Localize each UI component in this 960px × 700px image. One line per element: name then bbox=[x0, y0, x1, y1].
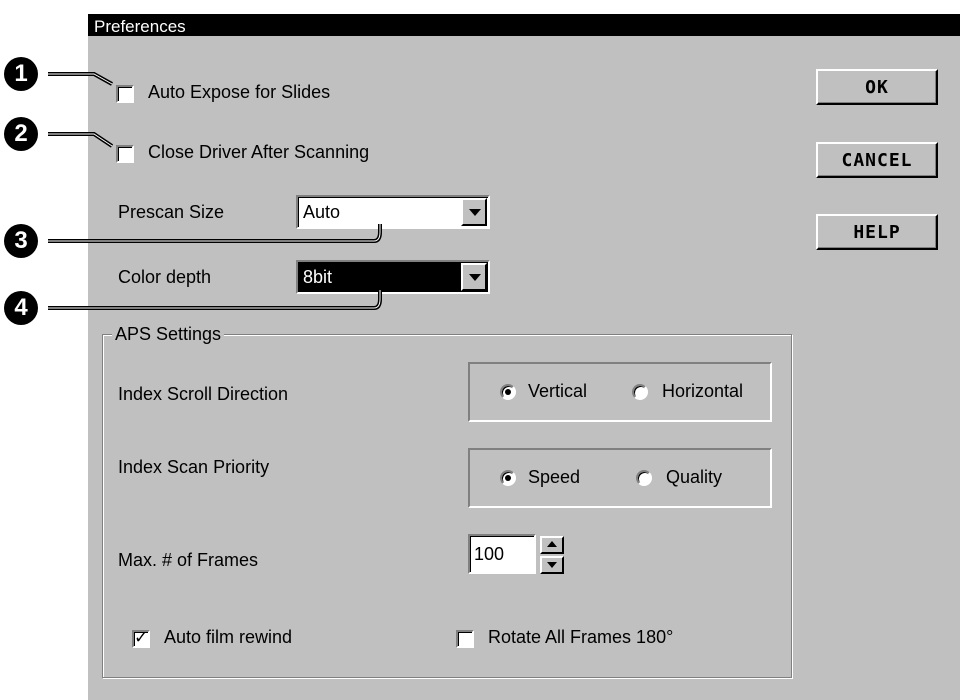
callout-1: 1 bbox=[4, 57, 38, 91]
callout-line-3 bbox=[48, 224, 382, 243]
callout-4: 4 bbox=[4, 291, 38, 325]
callout-lines bbox=[48, 72, 382, 310]
callout-line-4-white bbox=[48, 290, 381, 309]
callout-line-3-white bbox=[48, 224, 381, 242]
callout-2: 2 bbox=[4, 117, 38, 151]
callout-3: 3 bbox=[4, 224, 38, 258]
callout-line-4 bbox=[48, 290, 382, 310]
